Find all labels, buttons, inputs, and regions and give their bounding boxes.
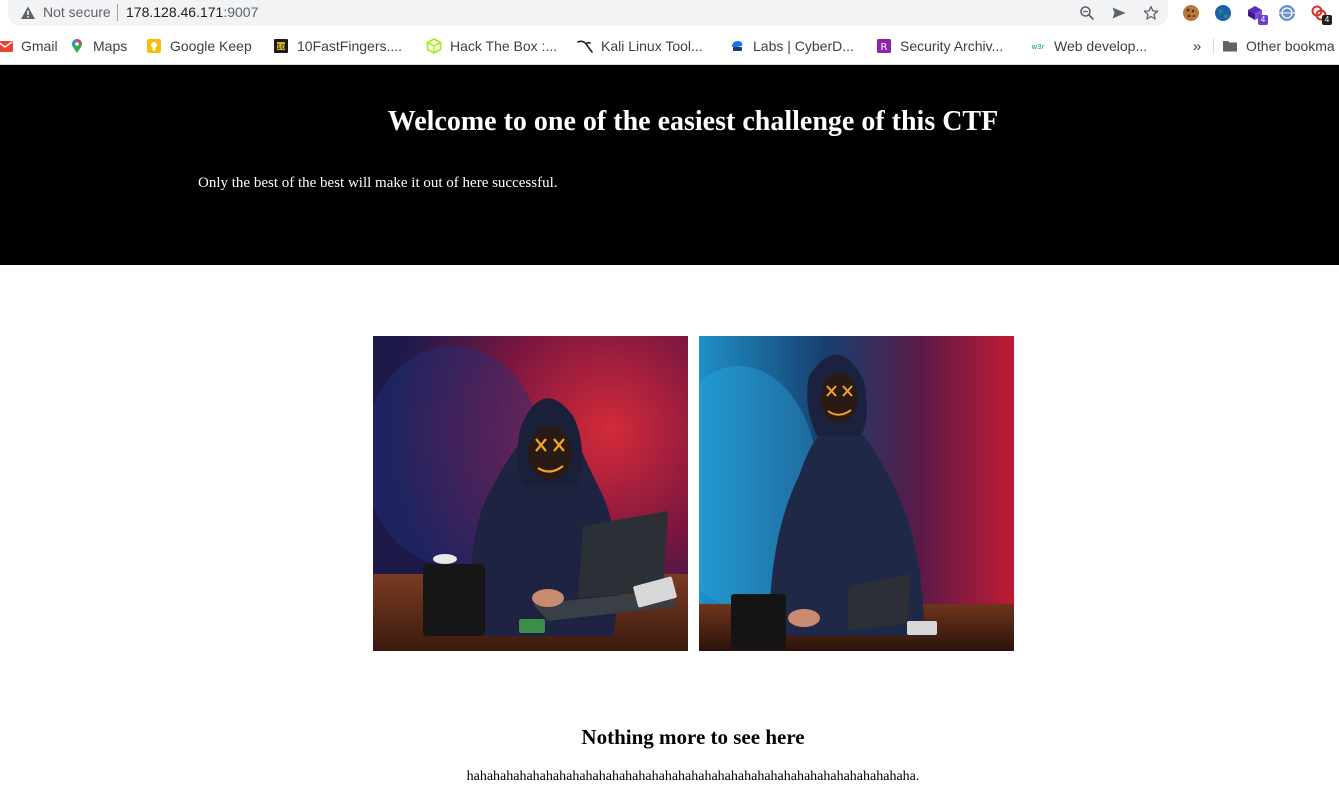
bookmark-label: 10FastFingers.... (297, 38, 403, 54)
bookmark-cyberdefenders[interactable]: Labs | CyberD... (729, 34, 854, 58)
bookmark-security-archive[interactable]: R Security Archiv... (876, 34, 1003, 58)
folder-icon (1222, 38, 1238, 54)
w3schools-icon: w3r (1030, 38, 1046, 54)
extension-badge: 4 (1258, 15, 1268, 25)
extension-badge: 4 (1322, 15, 1332, 25)
bookmark-maps[interactable]: Maps (69, 34, 127, 58)
hackthebox-cube-icon (426, 38, 442, 54)
bookmark-label: Gmail (21, 38, 58, 54)
maps-pin-icon (69, 38, 85, 54)
gmail-icon (0, 38, 13, 54)
bookmark-star-icon[interactable] (1141, 3, 1161, 23)
laugh-text: hahahahahahahahahahahahahahahahahahahaha… (466, 769, 920, 784)
url-text[interactable]: 178.128.46.171:9007 (126, 4, 258, 20)
bookmark-label: Maps (93, 38, 128, 54)
bookmark-gmail[interactable]: Gmail (0, 34, 58, 58)
hacker-photo-left (373, 336, 688, 651)
page-subtitle: Only the best of the best will make it o… (198, 175, 558, 191)
bookmarks-divider (1213, 38, 1214, 54)
zoom-icon[interactable] (1077, 3, 1097, 23)
10fastfingers-icon: 10 (273, 38, 289, 54)
bookmark-label: Web develop... (1054, 38, 1148, 54)
security-status-label[interactable]: Not secure (43, 4, 111, 20)
bookmark-label: Other bookma (1246, 38, 1335, 54)
link-extension-icon[interactable]: 4 (1308, 2, 1332, 25)
kali-dragon-icon (577, 38, 593, 54)
bookmark-google-keep[interactable]: Google Keep (146, 34, 252, 58)
other-bookmarks-folder[interactable]: Other bookma (1222, 34, 1335, 58)
globe-extension-icon[interactable] (1212, 2, 1234, 24)
bookmark-label: Kali Linux Tool... (601, 38, 703, 54)
bookmark-hackthebox[interactable]: Hack The Box :... (426, 34, 557, 58)
svg-text:R: R (881, 42, 888, 53)
google-keep-icon (146, 38, 162, 54)
svg-text:w3r: w3r (1031, 43, 1044, 51)
security-archive-icon: R (876, 38, 892, 54)
bookmark-web-develop[interactable]: w3r Web develop... (1030, 34, 1147, 58)
url-port: :9007 (223, 4, 259, 20)
cyberdefenders-icon (729, 38, 745, 54)
bookmark-label: Labs | CyberD... (753, 38, 854, 54)
address-bar[interactable]: Not secure 178.128.46.171:9007 (8, 0, 1168, 26)
bookmark-label: Hack The Box :... (450, 38, 558, 54)
hero-banner: Welcome to one of the easiest challenge … (0, 65, 1339, 265)
cube-extension-icon[interactable]: 4 (1244, 2, 1268, 25)
cookie-extension-icon[interactable] (1180, 2, 1202, 24)
browser-chrome: Not secure 178.128.46.171:9007 4 4 Gmail (0, 0, 1339, 65)
warning-triangle-icon[interactable] (20, 5, 36, 21)
bookmark-label: Google Keep (170, 38, 252, 54)
bookmarks-bar: Gmail Maps Google Keep 10 10FastFingers.… (0, 34, 1339, 58)
bookmark-kali-tools[interactable]: Kali Linux Tool... (577, 34, 703, 58)
bookmark-10fastfingers[interactable]: 10 10FastFingers.... (273, 34, 402, 58)
bookmarks-overflow-button[interactable]: » (1187, 34, 1207, 58)
section-heading: Nothing more to see here (581, 725, 805, 749)
earth-extension-icon[interactable] (1276, 2, 1298, 24)
url-divider (117, 4, 118, 21)
page-title: Welcome to one of the easiest challenge … (387, 106, 999, 137)
bookmark-label: Security Archiv... (900, 38, 1004, 54)
hacker-photo-right (699, 336, 1014, 651)
url-host: 178.128.46.171 (126, 4, 224, 20)
svg-text:10: 10 (277, 43, 286, 51)
send-icon[interactable] (1109, 3, 1129, 23)
